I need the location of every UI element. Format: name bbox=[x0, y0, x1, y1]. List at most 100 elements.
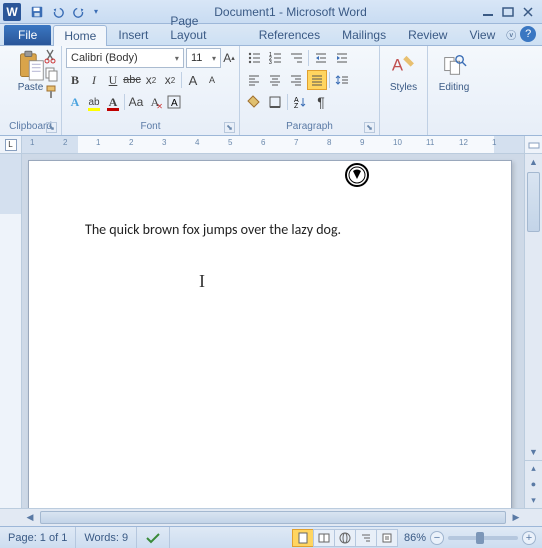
shrink-font-button[interactable]: A bbox=[203, 70, 221, 90]
scroll-down-button[interactable]: ▼ bbox=[525, 444, 542, 460]
align-left-button[interactable] bbox=[244, 70, 264, 90]
align-center-button[interactable] bbox=[265, 70, 285, 90]
borders-button[interactable] bbox=[265, 92, 285, 112]
tab-page-layout[interactable]: Page Layout bbox=[159, 10, 247, 45]
italic-button[interactable]: I bbox=[85, 70, 103, 90]
ruler-tick: 6 bbox=[261, 138, 265, 147]
full-screen-view-button[interactable] bbox=[313, 529, 335, 547]
styles-button[interactable]: A Styles bbox=[386, 48, 421, 97]
scroll-left-button[interactable]: ◀ bbox=[22, 509, 38, 526]
decrease-indent-button[interactable] bbox=[311, 48, 331, 68]
bold-button[interactable]: B bbox=[66, 70, 84, 90]
subscript-button[interactable]: x2 bbox=[142, 70, 160, 90]
minimize-ribbon-button[interactable]: ⓥ bbox=[506, 27, 516, 42]
scroll-up-button[interactable]: ▲ bbox=[525, 154, 542, 170]
align-right-button[interactable] bbox=[286, 70, 306, 90]
zoom-controls: 86% − + bbox=[404, 531, 536, 545]
tab-review[interactable]: Review bbox=[397, 24, 458, 45]
font-launcher[interactable]: ⬊ bbox=[224, 122, 235, 133]
ruler-tick: 11 bbox=[426, 138, 434, 147]
maximize-button[interactable] bbox=[500, 5, 516, 19]
underline-button[interactable]: U bbox=[104, 70, 122, 90]
show-marks-button[interactable]: ¶ bbox=[311, 92, 331, 112]
cut-button[interactable] bbox=[43, 48, 59, 64]
outline-view-button[interactable] bbox=[355, 529, 377, 547]
tab-references[interactable]: References bbox=[248, 24, 331, 45]
ruler-toggle-button[interactable] bbox=[524, 136, 542, 153]
zoom-in-button[interactable]: + bbox=[522, 531, 536, 545]
tab-view[interactable]: View bbox=[458, 24, 506, 45]
tab-home[interactable]: Home bbox=[53, 25, 107, 46]
bullets-button[interactable] bbox=[244, 48, 264, 68]
highlight-button[interactable]: ab bbox=[85, 92, 103, 112]
tab-file[interactable]: File bbox=[4, 25, 51, 45]
proofing-status[interactable] bbox=[137, 527, 170, 548]
sort-button[interactable]: AZ bbox=[290, 92, 310, 112]
font-name-combo[interactable]: Calibri (Body)▾ bbox=[66, 48, 184, 68]
horizontal-ruler[interactable]: 121234567891011121 bbox=[22, 136, 524, 153]
tab-mailings[interactable]: Mailings bbox=[331, 24, 397, 45]
font-color-button[interactable]: A bbox=[104, 92, 122, 112]
status-bar: Page: 1 of 1 Words: 9 86% − + bbox=[0, 526, 542, 548]
vertical-scroll-thumb[interactable] bbox=[527, 172, 540, 232]
paragraph-launcher[interactable]: ⬊ bbox=[364, 122, 375, 133]
close-button[interactable] bbox=[520, 5, 536, 19]
clipboard-launcher[interactable]: ⬊ bbox=[46, 122, 57, 133]
zoom-level[interactable]: 86% bbox=[404, 532, 426, 544]
undo-button[interactable] bbox=[49, 3, 67, 21]
change-case-button[interactable]: Aa bbox=[127, 92, 145, 112]
document-text[interactable]: The quick brown fox jumps over the lazy … bbox=[85, 221, 455, 238]
strikethrough-button[interactable]: abc bbox=[123, 70, 141, 90]
increase-indent-button[interactable] bbox=[332, 48, 352, 68]
zoom-out-button[interactable]: − bbox=[430, 531, 444, 545]
tab-selector[interactable]: L bbox=[0, 136, 22, 153]
qat-customize-button[interactable]: ▾ bbox=[91, 3, 101, 21]
clipboard-group: Paste Clipboard⬊ bbox=[0, 46, 62, 135]
font-group-label: Font bbox=[140, 121, 160, 132]
zoom-slider[interactable] bbox=[448, 536, 518, 540]
zoom-slider-thumb[interactable] bbox=[476, 532, 484, 544]
multilevel-list-button[interactable] bbox=[286, 48, 306, 68]
font-size-combo[interactable]: 11▾ bbox=[186, 48, 221, 68]
next-page-button[interactable]: ▾ bbox=[525, 492, 542, 508]
format-painter-button[interactable] bbox=[43, 84, 59, 100]
grow-font-button-2[interactable]: A bbox=[184, 70, 202, 90]
ruler-tick: 7 bbox=[294, 138, 298, 147]
scroll-right-button[interactable]: ▶ bbox=[508, 509, 524, 526]
text-effects-button[interactable]: A bbox=[66, 92, 84, 112]
vertical-ruler[interactable] bbox=[0, 154, 22, 508]
previous-page-button[interactable]: ▴ bbox=[525, 460, 542, 476]
window-title: Document1 - Microsoft Word bbox=[101, 5, 480, 19]
superscript-button[interactable]: x2 bbox=[161, 70, 179, 90]
ruler-tick: 1 bbox=[30, 138, 34, 147]
shading-button[interactable] bbox=[244, 92, 264, 112]
editing-button[interactable]: Editing bbox=[435, 48, 474, 97]
line-spacing-button[interactable] bbox=[332, 70, 352, 90]
draft-view-button[interactable] bbox=[376, 529, 398, 547]
browse-object-button[interactable]: ● bbox=[525, 476, 542, 492]
character-shading-button[interactable]: A bbox=[165, 92, 183, 112]
page[interactable]: The quick brown fox jumps over the lazy … bbox=[28, 160, 512, 508]
copy-button[interactable] bbox=[43, 66, 59, 82]
justify-button[interactable] bbox=[307, 70, 327, 90]
text-cursor-icon: I bbox=[199, 271, 205, 292]
horizontal-scroll-thumb[interactable] bbox=[40, 511, 506, 524]
redo-button[interactable] bbox=[70, 3, 88, 21]
tab-insert[interactable]: Insert bbox=[107, 24, 159, 45]
clear-formatting-button[interactable]: A✕ bbox=[146, 92, 164, 112]
web-layout-view-button[interactable] bbox=[334, 529, 356, 547]
horizontal-scroll-track[interactable] bbox=[38, 509, 508, 526]
document-viewport[interactable]: The quick brown fox jumps over the lazy … bbox=[22, 154, 524, 508]
svg-text:A: A bbox=[171, 98, 178, 109]
vertical-scroll-track[interactable] bbox=[525, 170, 542, 444]
ruler-tick: 4 bbox=[195, 138, 199, 147]
print-layout-view-button[interactable] bbox=[292, 529, 314, 547]
page-status[interactable]: Page: 1 of 1 bbox=[0, 527, 76, 548]
ruler-tick: 12 bbox=[459, 138, 468, 147]
numbering-button[interactable]: 123 bbox=[265, 48, 285, 68]
minimize-button[interactable] bbox=[480, 5, 496, 19]
save-button[interactable] bbox=[28, 3, 46, 21]
grow-font-button[interactable]: A▴ bbox=[223, 48, 235, 68]
word-count[interactable]: Words: 9 bbox=[76, 527, 137, 548]
help-button[interactable]: ? bbox=[520, 26, 536, 42]
